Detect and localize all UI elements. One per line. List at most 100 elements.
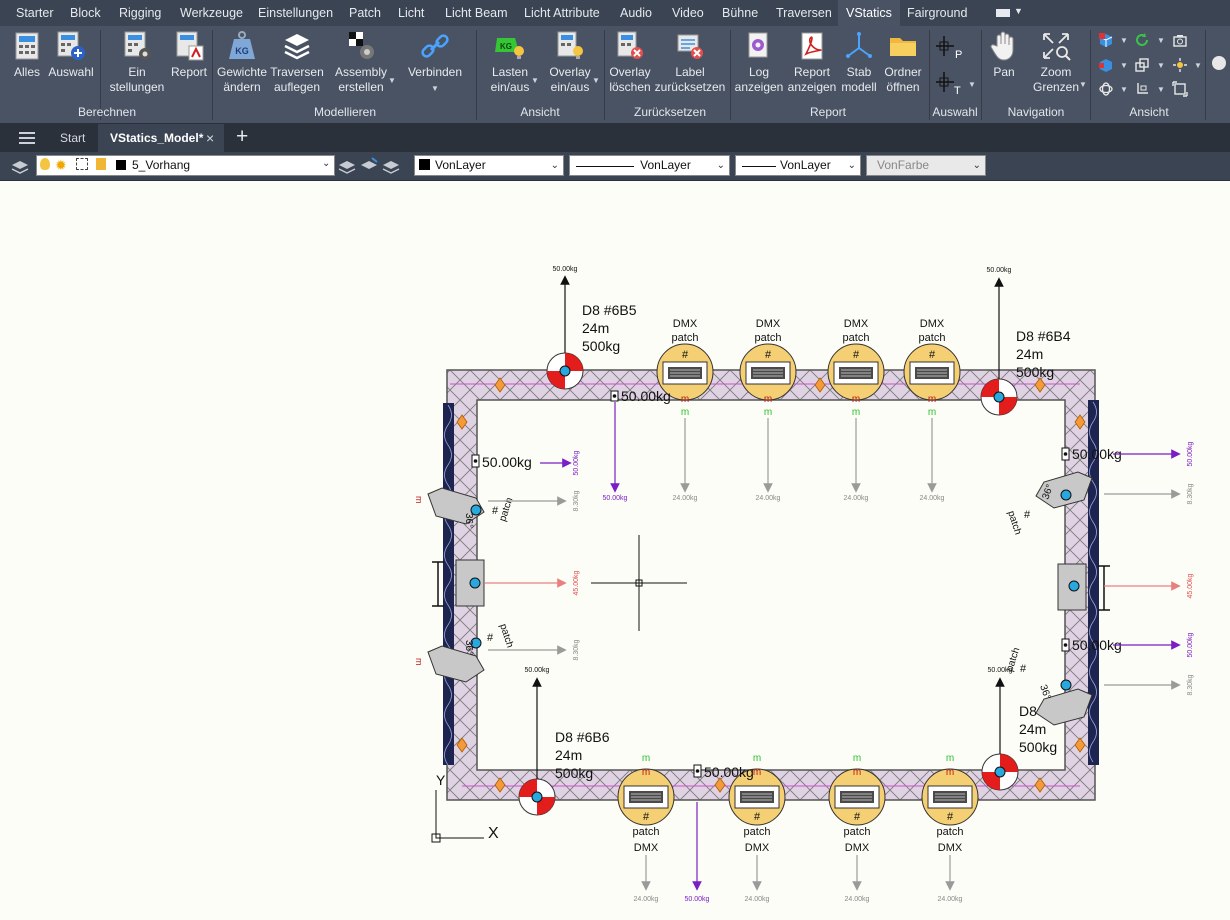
menu-tab-traversen[interactable]: Traversen — [776, 0, 832, 26]
svg-text:24m: 24m — [582, 320, 609, 336]
overlay-delete-button[interactable]: Overlay löschen — [607, 30, 653, 95]
change-weights-button[interactable]: KG Gewichte ändern — [214, 30, 270, 95]
svg-text:m: m — [853, 767, 861, 778]
layer-manager-icon[interactable] — [10, 157, 30, 175]
hoist-6b5[interactable] — [546, 352, 584, 390]
loads-dropdown-icon[interactable]: ▼ — [531, 76, 539, 85]
refresh-dropdown-icon[interactable]: ▼ — [1157, 36, 1165, 45]
zoom-extents-button[interactable]: Zoom Grenzen — [1030, 30, 1082, 95]
label-delete-icon — [677, 34, 703, 59]
menu-tab-einstellungen[interactable]: Einstellungen — [258, 0, 333, 26]
overlay-dropdown-icon[interactable]: ▼ — [592, 76, 600, 85]
color-combo[interactable]: VonLayer ⌄ — [414, 155, 564, 176]
view-cube-icon[interactable] — [1098, 32, 1114, 48]
camera-icon[interactable] — [1172, 32, 1188, 48]
pan-button[interactable]: Pan — [984, 30, 1024, 80]
menu-tab-licht-beam[interactable]: Licht Beam — [445, 0, 508, 26]
workspace-switch-icon[interactable] — [996, 9, 1010, 17]
menu-tab-fairground[interactable]: Fairground — [907, 0, 967, 26]
svg-text:50.00kg: 50.00kg — [704, 764, 754, 780]
bar-model-button[interactable]: Stab modell — [838, 30, 880, 95]
menu-tab-audio[interactable]: Audio — [620, 0, 652, 26]
new-tab-icon[interactable]: + — [236, 125, 248, 149]
svg-text:m: m — [753, 753, 761, 764]
color-dropdown-icon[interactable]: ⌄ — [551, 156, 559, 175]
show-log-button[interactable]: Log anzeigen — [734, 30, 784, 95]
create-assembly-button[interactable]: Assembly erstellen — [330, 30, 392, 95]
lightbulb-on-icon[interactable] — [40, 158, 50, 170]
zoom-dropdown-icon[interactable]: ▼ — [1079, 80, 1087, 89]
menu-tab-werkzeuge[interactable]: Werkzeuge — [180, 0, 243, 26]
layers-icon — [284, 34, 310, 60]
tab-model-label[interactable]: VStatics_Model* — [110, 124, 203, 152]
tab-start[interactable]: Start — [60, 124, 85, 152]
sun-settings-icon[interactable] — [1172, 57, 1188, 73]
settings-button[interactable]: Ein stellungen — [106, 30, 168, 95]
match-layer-icon[interactable] — [360, 157, 378, 175]
menu-tab-licht-attribute[interactable]: Licht Attribute — [524, 0, 600, 26]
close-tab-icon[interactable]: × — [206, 130, 214, 146]
svg-text:DMX: DMX — [938, 842, 963, 854]
previous-layer-icon[interactable] — [382, 157, 400, 175]
report-button[interactable]: Report — [168, 30, 210, 80]
menu-tab-rigging[interactable]: Rigging — [119, 0, 161, 26]
linetype-dropdown-icon[interactable]: ⌄ — [717, 156, 725, 175]
fullscreen-icon[interactable] — [1172, 81, 1188, 97]
lineweight-line — [742, 166, 776, 167]
drawing-canvas[interactable]: 50.00kg 50.00kg 50.00kg 50.00kg D8 #6B5 … — [0, 181, 1230, 920]
svg-text:patch: patch — [633, 826, 660, 838]
view-cube-dropdown-icon[interactable]: ▼ — [1120, 36, 1128, 45]
sun-freeze-icon[interactable]: ✹ — [55, 157, 67, 174]
menu-tab-block[interactable]: Block — [70, 0, 101, 26]
label-reset-button[interactable]: Label zurücksetzen — [654, 30, 726, 95]
linetype-combo[interactable]: VonLayer ⌄ — [569, 155, 730, 176]
calc-selection-button[interactable]: Auswahl — [48, 30, 94, 80]
chevron-down-icon: ▼ — [1014, 6, 1023, 16]
svg-text:DMX: DMX — [634, 842, 659, 854]
visual-style-icon[interactable] — [1098, 57, 1114, 73]
menu-tab-patch[interactable]: Patch — [349, 0, 381, 26]
lineweight-combo[interactable]: VonLayer ⌄ — [735, 155, 861, 176]
make-current-layer-icon[interactable] — [338, 157, 356, 175]
windows-dropdown-icon[interactable]: ▼ — [1157, 61, 1165, 70]
refresh-icon[interactable] — [1134, 32, 1150, 48]
ucs-dropdown-icon[interactable]: ▼ — [1157, 85, 1165, 94]
truss-frame[interactable] — [446, 369, 1096, 801]
menu-tab-video[interactable]: Video — [672, 0, 704, 26]
curtain-left[interactable] — [443, 403, 454, 766]
visual-style-dropdown-icon[interactable]: ▼ — [1120, 61, 1128, 70]
menu-tab-vstatics[interactable]: VStatics — [838, 0, 900, 26]
lock-open-icon[interactable] — [96, 158, 106, 170]
loads-toggle-button[interactable]: KG Lasten ein/aus — [484, 30, 536, 95]
menu-tab-starter[interactable]: Starter — [16, 0, 54, 26]
selection-dropdown-icon[interactable]: ▼ — [968, 80, 976, 89]
orbit-dropdown-icon[interactable]: ▼ — [1120, 85, 1128, 94]
menu-tab-buehne[interactable]: Bühne — [722, 0, 758, 26]
hoist-6b4[interactable] — [980, 378, 1018, 416]
viewport-freeze-icon[interactable] — [76, 158, 88, 170]
more-ribbon-icon[interactable] — [1212, 56, 1226, 70]
ucs-icon[interactable] — [1134, 81, 1150, 97]
svg-text:#: # — [947, 811, 954, 823]
menu-tab-licht[interactable]: Licht — [398, 0, 424, 26]
hoist-6b7[interactable] — [981, 753, 1019, 791]
group-label-auswahl: Auswahl — [932, 105, 978, 119]
sun-dropdown-icon[interactable]: ▼ — [1194, 61, 1202, 70]
layer-dropdown-icon[interactable]: ⌄ — [322, 158, 330, 169]
show-report-button[interactable]: Report anzeigen — [786, 30, 838, 95]
hoist-6b6[interactable] — [518, 778, 556, 816]
layer-name: 5_Vorhang — [132, 158, 191, 172]
overlay-toggle-button[interactable]: Overlay ein/aus — [546, 30, 594, 95]
calc-all-button[interactable]: Alles — [10, 30, 44, 80]
open-folder-button[interactable]: Ordner öffnen — [880, 30, 926, 95]
place-trusses-button[interactable]: Traversen auflegen — [270, 30, 324, 95]
assembly-dropdown-icon[interactable]: ▼ — [388, 76, 396, 85]
windows-icon[interactable] — [1134, 57, 1150, 73]
hamburger-menu-icon[interactable] — [18, 131, 36, 145]
orbit-icon[interactable] — [1098, 81, 1114, 97]
select-truss-icon[interactable]: T — [934, 70, 964, 100]
select-point-icon[interactable]: P — [934, 34, 964, 64]
lineweight-dropdown-icon[interactable]: ⌄ — [848, 156, 856, 175]
plotstyle-combo-value: VonFarbe — [877, 158, 930, 172]
connect-button[interactable]: Verbinden ▼ — [404, 30, 466, 96]
